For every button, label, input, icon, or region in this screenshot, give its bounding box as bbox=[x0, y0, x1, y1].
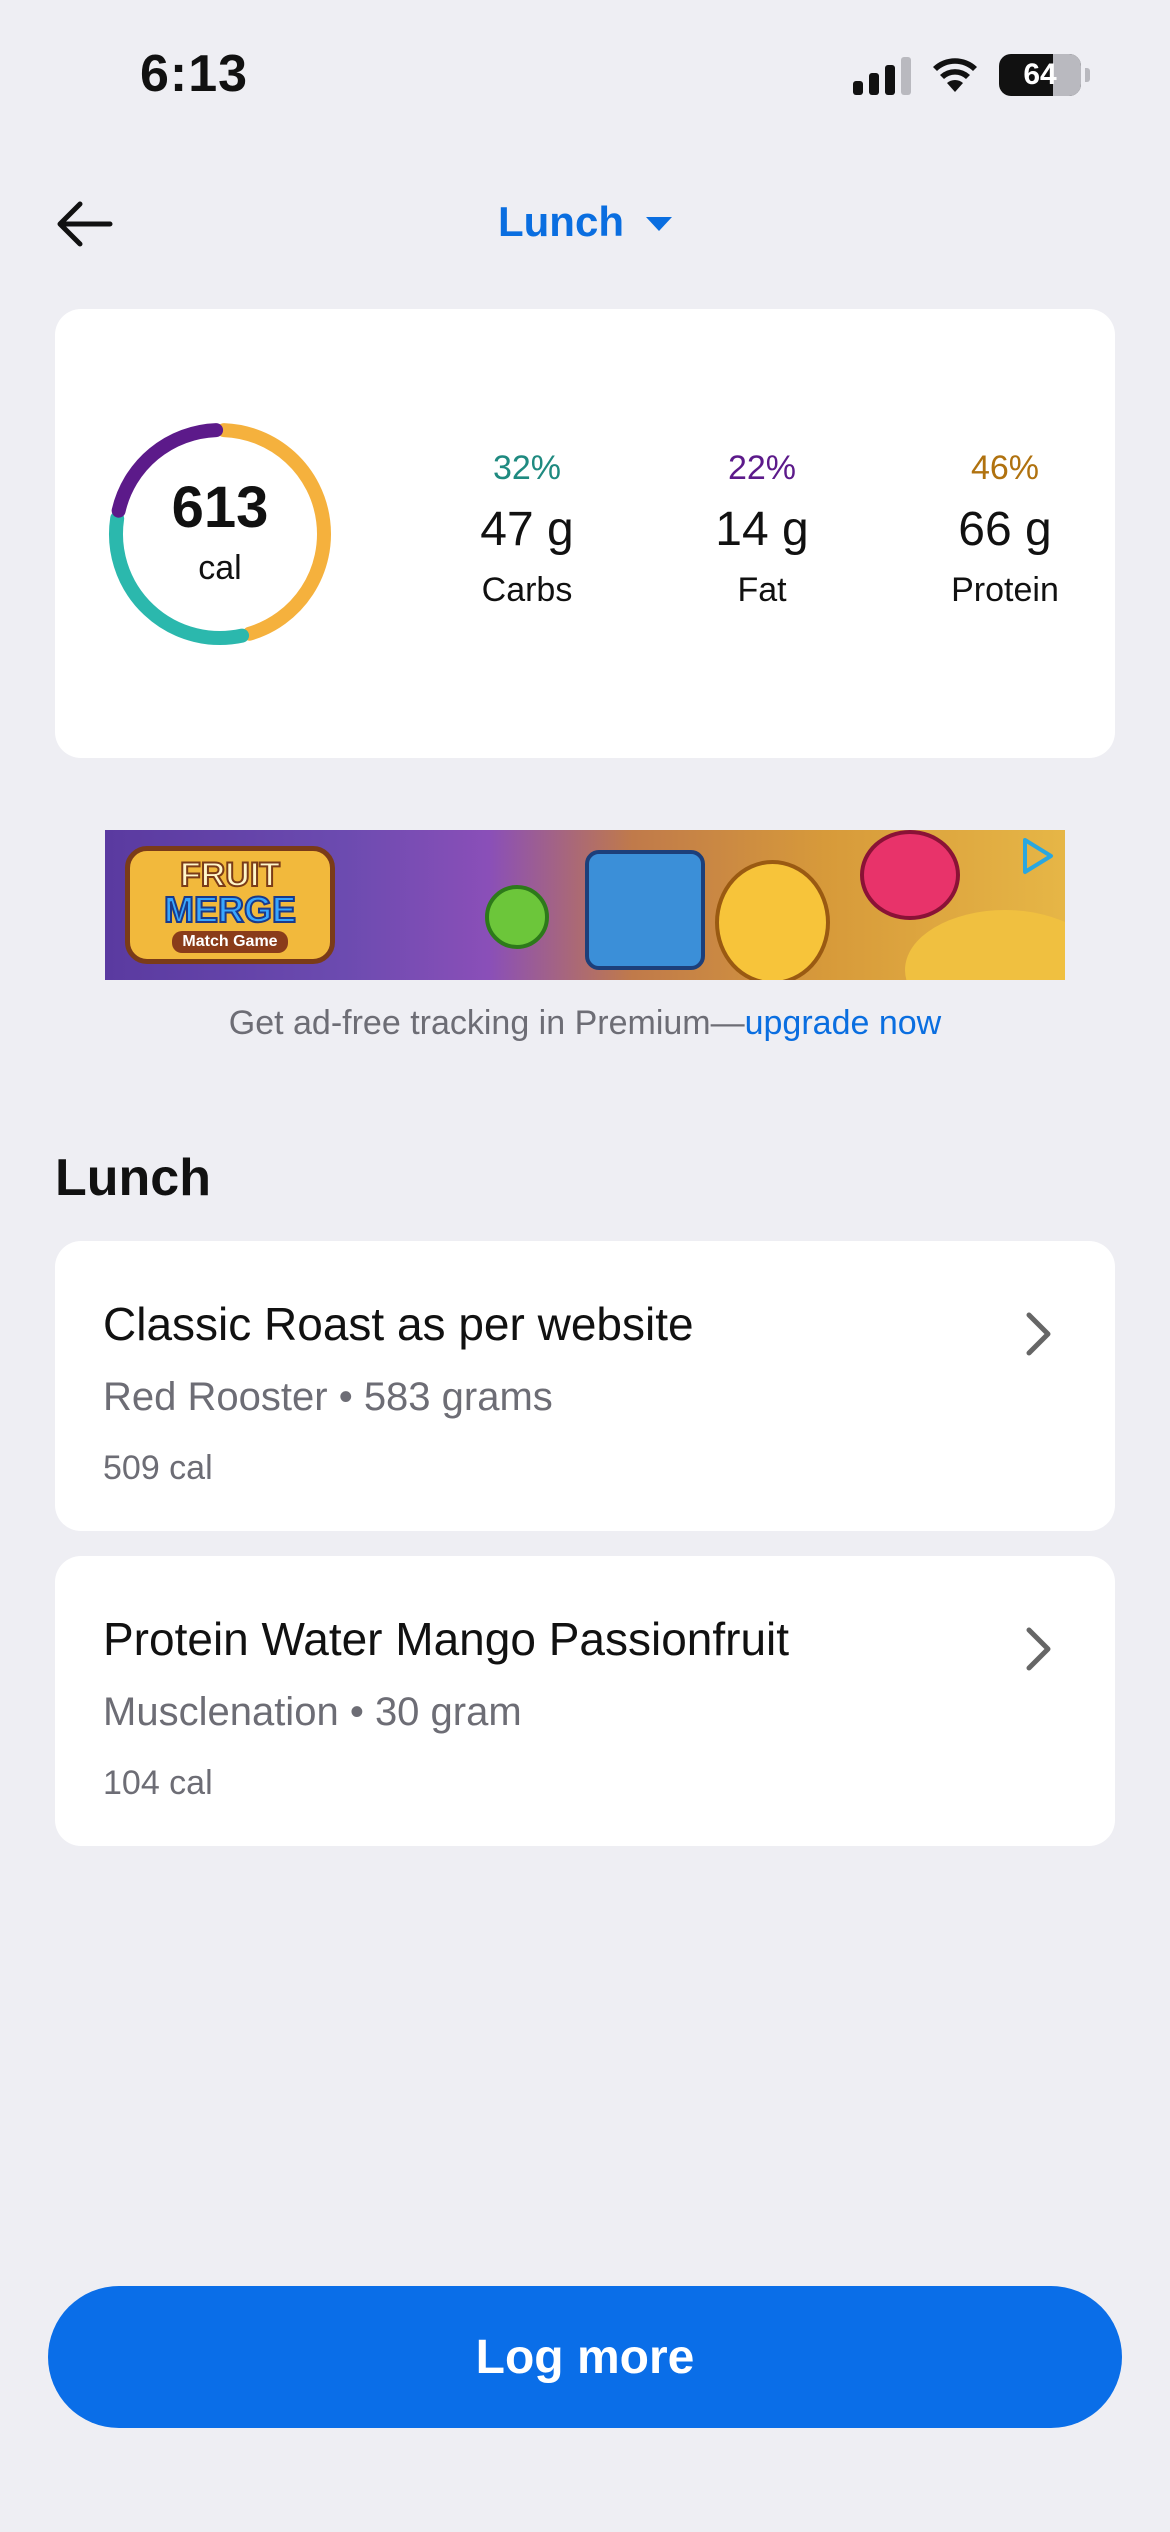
caret-down-icon bbox=[645, 217, 672, 231]
separator-dot: • bbox=[349, 1690, 375, 1734]
section-title: Lunch bbox=[55, 1149, 211, 1207]
screen: 6:13 64 Lunch 613 cal 32% 47 g Carbs 22%… bbox=[0, 0, 1170, 2532]
macro-carbs-label: Carbs bbox=[481, 571, 573, 609]
ad-coins-art bbox=[905, 910, 1065, 980]
battery-level: 64 bbox=[1023, 58, 1057, 91]
macro-protein-percent: 46% bbox=[970, 449, 1040, 487]
macro-protein-grams: 66 g bbox=[958, 503, 1052, 556]
ad-banner[interactable]: FRUIT MERGE Match Game bbox=[105, 830, 1065, 980]
ad-pineapple-art bbox=[715, 860, 830, 980]
food-name: Classic Roast as per website bbox=[103, 1298, 694, 1350]
food-item[interactable]: Protein Water Mango Passionfruit Musclen… bbox=[55, 1556, 1115, 1846]
macro-carbs-percent: 32% bbox=[492, 449, 562, 487]
macro-fat-grams: 14 g bbox=[715, 503, 809, 556]
battery-icon: 64 bbox=[999, 54, 1081, 96]
nutrition-summary-card: 613 cal 32% 47 g Carbs 22% 14 g Fat 46% … bbox=[55, 309, 1115, 758]
macro-fat: 22% 14 g Fat bbox=[672, 449, 852, 610]
food-item[interactable]: Classic Roast as per website Red Rooster… bbox=[55, 1241, 1115, 1531]
ad-apple-art bbox=[485, 885, 549, 949]
food-brand: Red Rooster bbox=[103, 1375, 328, 1419]
meal-selector-label: Lunch bbox=[498, 198, 624, 245]
food-name: Protein Water Mango Passionfruit bbox=[103, 1613, 790, 1665]
ad-caption: Get ad-free tracking in Premium—upgrade … bbox=[0, 1004, 1170, 1043]
status-icons: 64 bbox=[853, 54, 1090, 96]
macro-fat-percent: 22% bbox=[727, 449, 797, 487]
chevron-right-icon bbox=[1026, 1627, 1051, 1671]
macro-carbs-grams: 47 g bbox=[480, 503, 574, 556]
macro-protein-label: Protein bbox=[951, 571, 1059, 609]
status-time: 6:13 bbox=[140, 45, 249, 103]
food-calories: 509 cal bbox=[103, 1449, 213, 1487]
ad-machine-art bbox=[585, 850, 705, 970]
calorie-total: 613 bbox=[171, 475, 269, 540]
chevron-right-icon bbox=[1026, 1312, 1051, 1356]
cellular-signal-icon bbox=[853, 55, 911, 95]
ad-dragonfruit-art bbox=[860, 830, 960, 920]
macro-protein: 46% 66 g Protein bbox=[915, 449, 1095, 610]
macro-carbs: 32% 47 g Carbs bbox=[437, 449, 617, 610]
ad-game-logo: FRUIT MERGE Match Game bbox=[125, 846, 335, 964]
ad-caption-text: Get ad-free tracking in Premium— bbox=[228, 1004, 745, 1042]
food-calories: 104 cal bbox=[103, 1764, 213, 1802]
food-brand: Musclenation bbox=[103, 1690, 339, 1734]
ad-logo-line2: MERGE bbox=[163, 888, 297, 930]
macro-fat-label: Fat bbox=[737, 571, 787, 609]
wifi-icon bbox=[933, 58, 977, 92]
upgrade-link[interactable]: upgrade now bbox=[745, 1004, 942, 1042]
meal-selector[interactable]: Lunch bbox=[0, 198, 1170, 246]
separator-dot: • bbox=[338, 1375, 364, 1419]
ad-choices-icon[interactable] bbox=[1017, 836, 1057, 876]
log-more-button[interactable]: Log more bbox=[48, 2286, 1122, 2428]
food-amount: 30 gram bbox=[374, 1690, 522, 1734]
battery-tip bbox=[1085, 68, 1090, 82]
ad-logo-line1: FRUIT bbox=[179, 855, 281, 894]
ad-logo-line3: Match Game bbox=[172, 930, 288, 953]
food-amount: 583 grams bbox=[363, 1375, 553, 1419]
calorie-unit: cal bbox=[198, 549, 242, 587]
food-details: Musclenation • 30 gram bbox=[103, 1690, 522, 1735]
food-details: Red Rooster • 583 grams bbox=[103, 1375, 553, 1420]
